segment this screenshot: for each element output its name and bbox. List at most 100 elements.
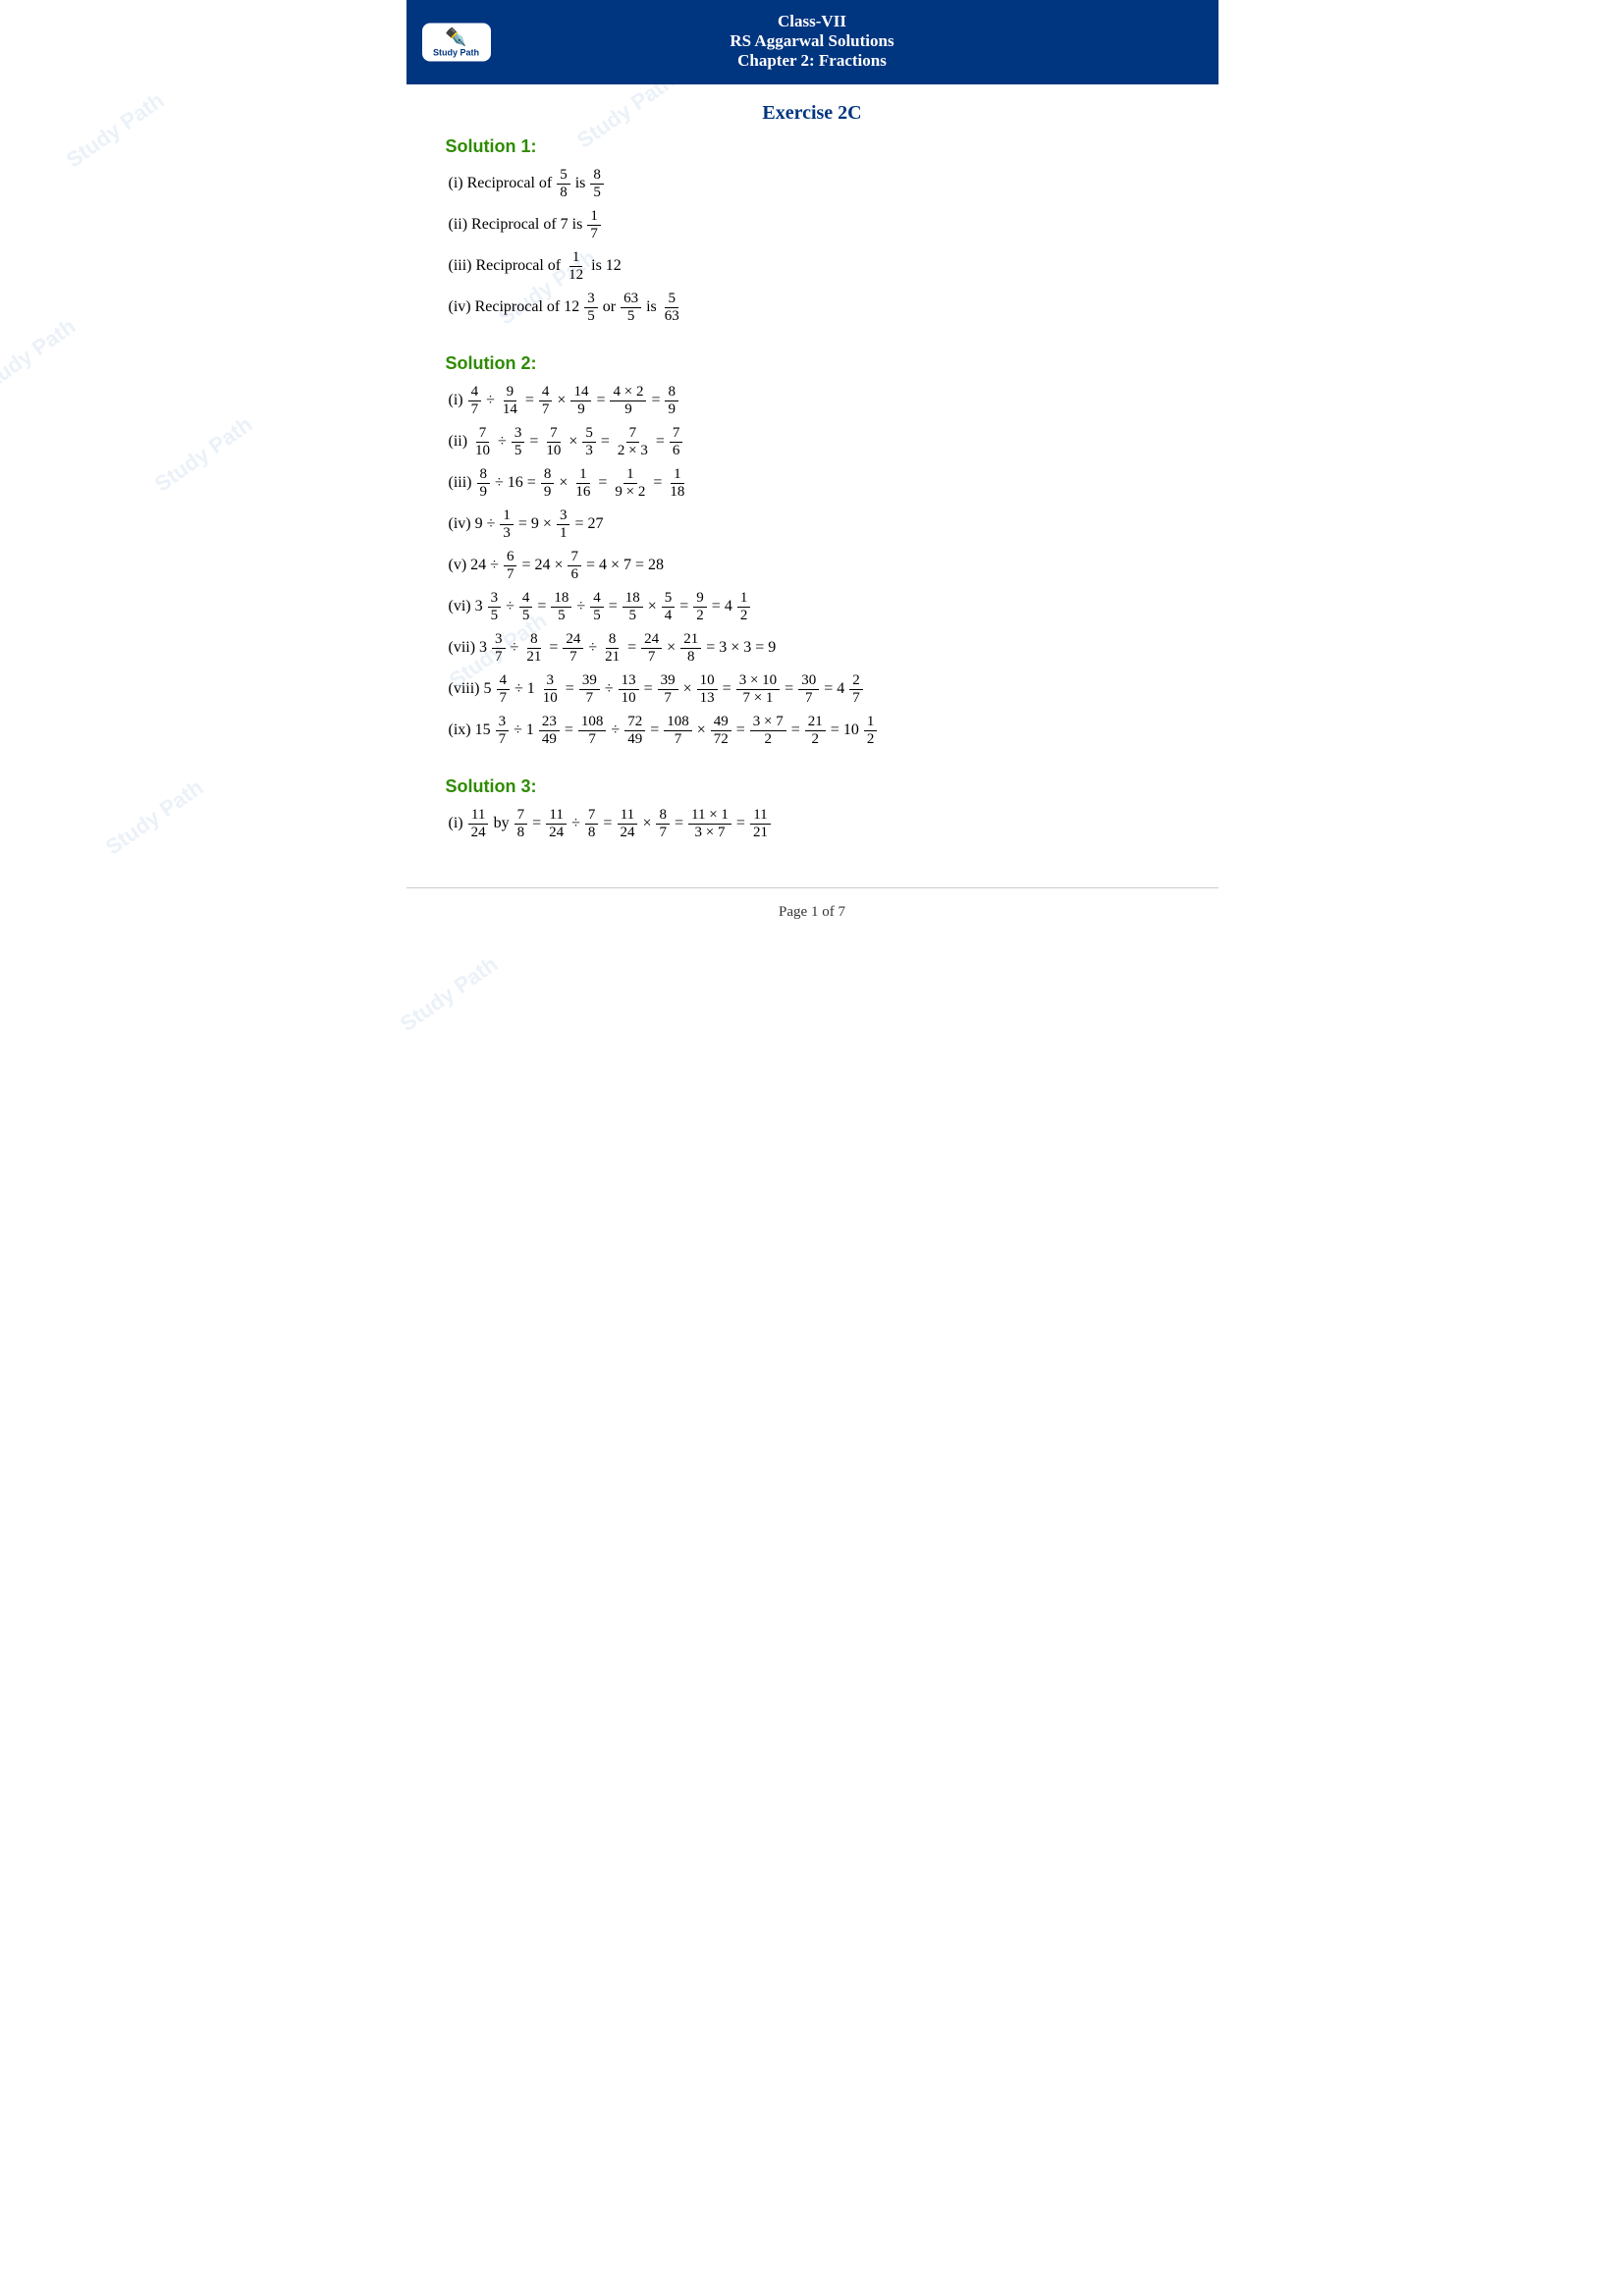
s1iv-frac3: 5 63	[662, 291, 682, 324]
solution2-iii: (iii) 8 9 ÷ 16 = 8 9 × 1 16 = 1 9 × 2 = …	[446, 466, 1179, 500]
solution1-ii: (ii) Reciprocal of 7 is 1 7	[446, 208, 1179, 241]
s2ii-f2: 3 5	[512, 425, 525, 458]
s2i-label: (i)	[449, 387, 463, 415]
logo-icon: ✒️	[445, 27, 466, 48]
solution2-viii: (viii) 5 4 7 ÷ 1 3 10 = 39 7 ÷ 13 10 = 3…	[446, 672, 1179, 706]
s2vii-f6: 21 8	[680, 631, 701, 665]
s2iv-label: (iv) 9 ÷	[449, 510, 496, 539]
s2viii-f7: 3 × 10 7 × 1	[736, 672, 780, 706]
solution2-vi: (vi) 3 3 5 ÷ 4 5 = 18 5 ÷ 4 5 = 18 5 × 5…	[446, 590, 1179, 623]
header-text: Class-VII RS Aggarwal Solutions Chapter …	[730, 12, 893, 71]
solution2-vii: (vii) 3 3 7 ÷ 8 21 = 24 7 ÷ 8 21 = 24 7 …	[446, 631, 1179, 665]
header-line1: Class-VII	[730, 12, 893, 31]
s1iv-label: (iv) Reciprocal of 12	[449, 294, 580, 322]
s1iv-is: is	[646, 294, 657, 322]
s1iii-frac1: 1 12	[566, 249, 586, 283]
s2iii-f1: 8 9	[477, 466, 491, 500]
s3i-label: (i)	[449, 810, 463, 838]
s2i-f1: 4 7	[468, 384, 482, 417]
header-line2: RS Aggarwal Solutions	[730, 31, 893, 51]
solution1-title: Solution 1:	[446, 136, 1179, 157]
s2i-f5: 4 × 2 9	[610, 384, 646, 417]
watermark-3: Study Path	[150, 411, 257, 497]
solution1-iii: (iii) Reciprocal of 1 12 is 12	[446, 249, 1179, 283]
s2viii-f4: 13 10	[619, 672, 639, 706]
s2vii-f5: 24 7	[641, 631, 662, 665]
logo-text: Study Path	[433, 48, 479, 58]
s2vi-f3: 18 5	[551, 590, 571, 623]
watermark-6: Study Path	[396, 951, 503, 1037]
s2viii-f1: 4 7	[497, 672, 511, 706]
s2vi-f8: 1 2	[737, 590, 751, 623]
s2vii-f2: 8 21	[523, 631, 544, 665]
solution2-title: Solution 2:	[446, 353, 1179, 374]
s2iii-f4: 1 9 × 2	[612, 466, 648, 500]
s2viii-f6: 10 13	[697, 672, 718, 706]
s2v-label: (v) 24 ÷	[449, 552, 499, 580]
s3i-f1: 11 24	[468, 807, 489, 840]
s1ii-frac: 1 7	[587, 208, 601, 241]
s2ix-f6: 49 72	[711, 714, 731, 747]
logo: ✒️ Study Path	[422, 24, 491, 62]
s2viii-f3: 39 7	[579, 672, 600, 706]
s2vii-f4: 8 21	[602, 631, 623, 665]
s2i-f3: 4 7	[539, 384, 553, 417]
watermark-1: Study Path	[62, 87, 169, 173]
s1iii-is: is 12	[591, 252, 622, 281]
s2vi-f1: 3 5	[488, 590, 502, 623]
s2ix-f8: 21 2	[805, 714, 826, 747]
s2vi-f4: 4 5	[590, 590, 604, 623]
s2vi-f7: 9 2	[693, 590, 707, 623]
s2ix-f3: 108 7	[578, 714, 607, 747]
s2ix-f9: 1 2	[864, 714, 878, 747]
s2ix-f5: 108 7	[664, 714, 692, 747]
s2ix-label: (ix) 15	[449, 717, 491, 745]
solution3-i: (i) 11 24 by 7 8 = 11 24 ÷ 7 8 = 11 24 ×…	[446, 807, 1179, 840]
s1i-frac2: 8 5	[590, 167, 604, 200]
solution2-v: (v) 24 ÷ 6 7 = 24 × 7 6 = 4 × 7 = 28	[446, 549, 1179, 582]
s2i-f4: 14 9	[570, 384, 591, 417]
s2i-f6: 8 9	[665, 384, 678, 417]
s2viii-f9: 2 7	[849, 672, 863, 706]
s2ix-f7: 3 × 7 2	[750, 714, 786, 747]
s2i-f2: 9 14	[500, 384, 520, 417]
s1i-is: is	[575, 170, 586, 198]
solution3-title: Solution 3:	[446, 776, 1179, 797]
s2vii-f1: 3 7	[492, 631, 506, 665]
s2v-f1: 6 7	[504, 549, 517, 582]
s3i-f2: 7 8	[514, 807, 528, 840]
s3i-f8: 11 21	[750, 807, 771, 840]
page-header: ✒️ Study Path Class-VII RS Aggarwal Solu…	[406, 0, 1218, 84]
s2vi-label: (vi) 3	[449, 593, 483, 621]
s2ii-f3: 7 10	[543, 425, 564, 458]
s2viii-f8: 30 7	[798, 672, 819, 706]
s2viii-label: (viii) 5	[449, 675, 492, 704]
s2ii-f6: 7 6	[670, 425, 683, 458]
s1iv-frac1: 3 5	[584, 291, 598, 324]
watermark-5: Study Path	[101, 774, 208, 860]
s2vi-f5: 18 5	[623, 590, 643, 623]
s1i-label: (i) Reciprocal of	[449, 170, 553, 198]
s3i-f4: 7 8	[585, 807, 599, 840]
s3i-f5: 11 24	[617, 807, 637, 840]
s2v-f2: 7 6	[568, 549, 581, 582]
solution2-i: (i) 4 7 ÷ 9 14 = 4 7 × 14 9 = 4 × 2 9 = …	[446, 384, 1179, 417]
s2vii-label: (vii) 3	[449, 634, 488, 663]
s1i-frac1: 5 8	[557, 167, 570, 200]
solution2-iv: (iv) 9 ÷ 1 3 = 9 × 3 1 = 27	[446, 507, 1179, 541]
s2iv-f2: 3 1	[557, 507, 570, 541]
exercise-title: Exercise 2C	[406, 102, 1218, 125]
s1ii-label: (ii) Reciprocal of 7 is	[449, 211, 583, 240]
s2iv-f1: 1 3	[500, 507, 514, 541]
s2ix-f4: 72 49	[624, 714, 645, 747]
s1iii-label: (iii) Reciprocal of	[449, 252, 562, 281]
s2ix-f1: 3 7	[496, 714, 510, 747]
s2iii-f5: 1 18	[667, 466, 687, 500]
s3i-f7: 11 × 1 3 × 7	[688, 807, 731, 840]
s2ii-f5: 7 2 × 3	[615, 425, 651, 458]
s2ix-f2: 23 49	[539, 714, 560, 747]
s3i-f6: 8 7	[656, 807, 670, 840]
s2viii-f2: 3 10	[540, 672, 561, 706]
page-footer: Page 1 of 7	[406, 887, 1218, 929]
solution2-ii: (ii) 7 10 ÷ 3 5 = 7 10 × 5 3 = 7 2 × 3 =…	[446, 425, 1179, 458]
